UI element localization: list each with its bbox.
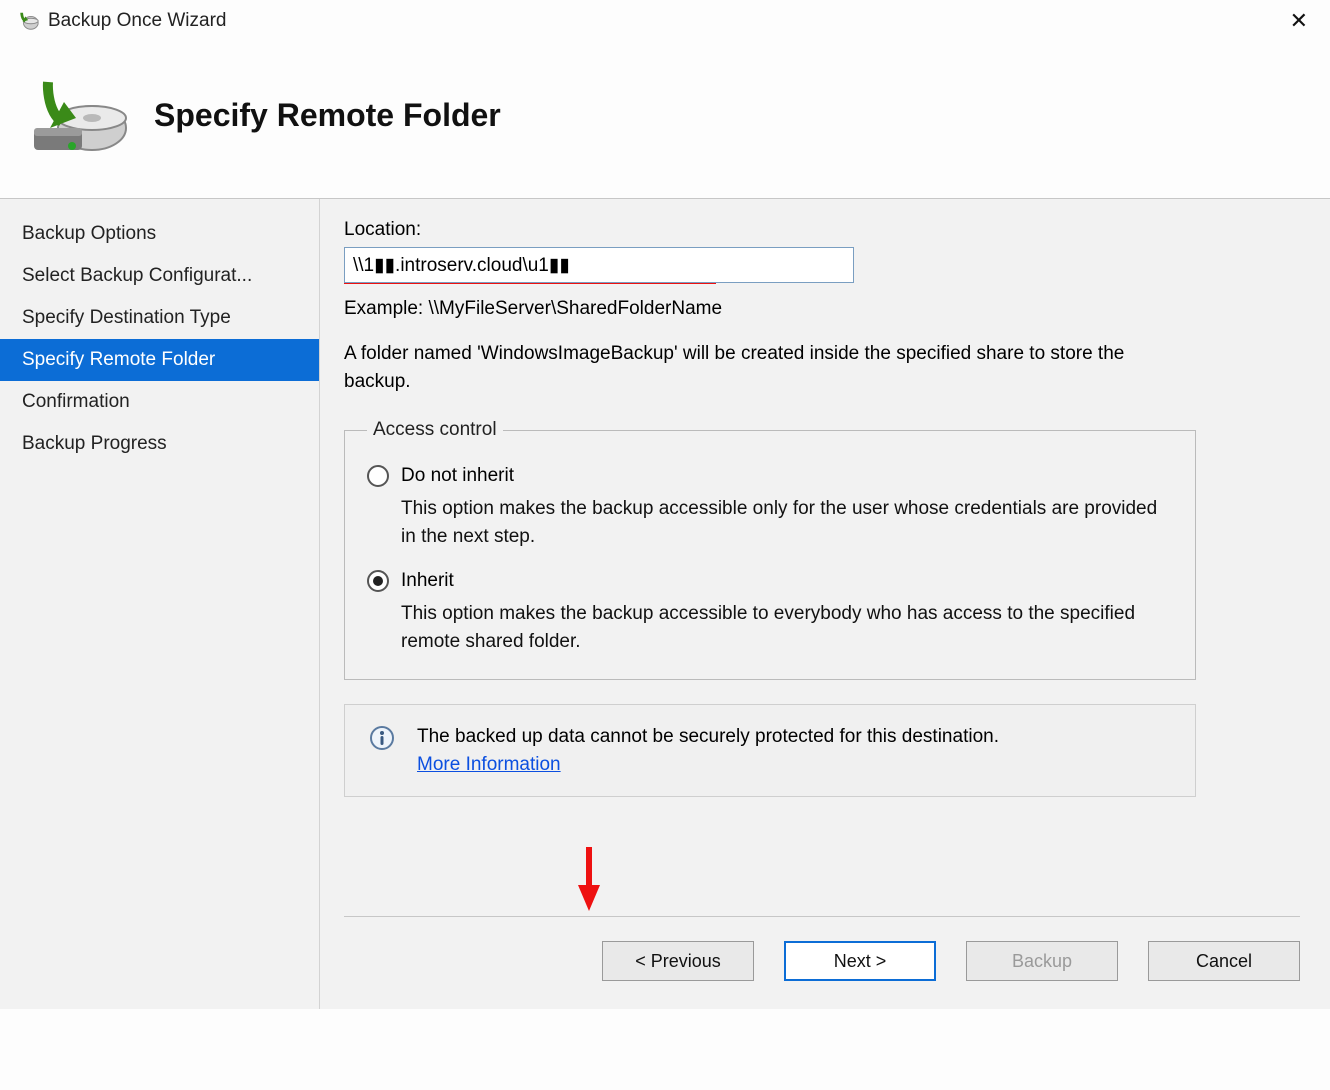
previous-button[interactable]: < Previous: [602, 941, 754, 981]
radio-do-not-inherit-desc: This option makes the backup accessible …: [401, 495, 1173, 550]
sidebar-item-label: Backup Progress: [22, 433, 167, 454]
page-title: Specify Remote Folder: [154, 97, 501, 134]
radio-do-not-inherit-label: Do not inherit: [401, 465, 514, 487]
wizard-steps-sidebar: Backup Options Select Backup Configurat.…: [0, 199, 320, 1009]
page-header: Specify Remote Folder: [0, 40, 1330, 199]
radio-do-not-inherit[interactable]: [367, 465, 389, 487]
radio-inherit[interactable]: [367, 570, 389, 592]
cancel-button[interactable]: Cancel: [1148, 941, 1300, 981]
sidebar-item-label: Specify Destination Type: [22, 307, 231, 328]
folder-note: A folder named 'WindowsImageBackup' will…: [344, 340, 1184, 395]
backup-app-icon: [18, 10, 40, 32]
radio-inherit-label: Inherit: [401, 570, 454, 592]
sidebar-item-confirmation[interactable]: Confirmation: [0, 381, 319, 423]
sidebar-item-label: Specify Remote Folder: [22, 349, 215, 370]
sidebar-item-label: Backup Options: [22, 223, 156, 244]
location-example: Example: \\MyFileServer\SharedFolderName: [344, 298, 1300, 320]
info-panel: The backed up data cannot be securely pr…: [344, 704, 1196, 797]
info-text: The backed up data cannot be securely pr…: [417, 726, 999, 747]
window-title: Backup Once Wizard: [48, 10, 226, 32]
access-control-legend: Access control: [367, 419, 503, 441]
backup-wizard-icon: [20, 70, 130, 160]
sidebar-item-backup-options[interactable]: Backup Options: [0, 213, 319, 255]
location-label: Location:: [344, 219, 1300, 241]
radio-inherit-desc: This option makes the backup accessible …: [401, 600, 1173, 655]
sidebar-item-backup-progress[interactable]: Backup Progress: [0, 423, 319, 465]
backup-button: Backup: [966, 941, 1118, 981]
sidebar-item-destination-type[interactable]: Specify Destination Type: [0, 297, 319, 339]
sidebar-item-select-config[interactable]: Select Backup Configurat...: [0, 255, 319, 297]
location-input[interactable]: [344, 247, 854, 283]
sidebar-item-label: Select Backup Configurat...: [22, 265, 252, 286]
next-button[interactable]: Next >: [784, 941, 936, 981]
more-information-link[interactable]: More Information: [417, 754, 561, 775]
title-bar[interactable]: Backup Once Wizard ✕: [0, 0, 1330, 40]
sidebar-item-label: Confirmation: [22, 391, 130, 412]
access-control-group: Access control Do not inherit This optio…: [344, 419, 1196, 680]
wizard-footer: < Previous Next > Backup Cancel: [344, 916, 1300, 985]
info-icon: [369, 725, 395, 751]
sidebar-item-remote-folder[interactable]: Specify Remote Folder: [0, 339, 319, 381]
close-button[interactable]: ✕: [1282, 8, 1316, 34]
